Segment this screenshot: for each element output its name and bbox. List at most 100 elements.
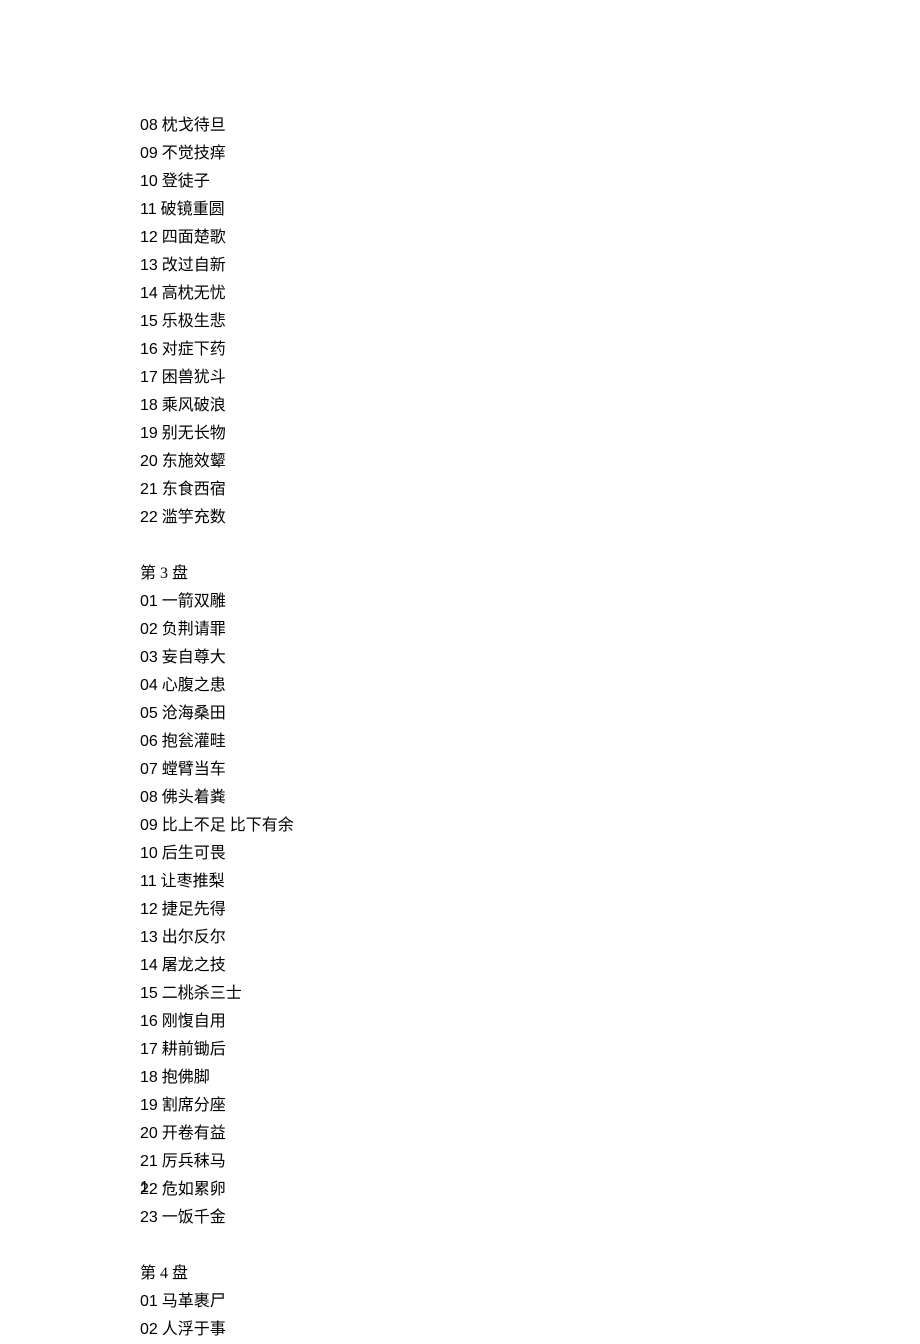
- list-item: 15 二桃杀三士: [140, 980, 780, 1008]
- item-number: 12: [140, 901, 158, 918]
- list-item: 04 心腹之患: [140, 672, 780, 700]
- item-number: 18: [140, 1069, 158, 1086]
- item-number: 02: [140, 1321, 158, 1338]
- list-item: 19 割席分座: [140, 1092, 780, 1120]
- item-text: 出尔反尔: [158, 929, 226, 946]
- item-text: 佛头着粪: [158, 789, 226, 806]
- item-number: 03: [140, 649, 158, 666]
- item-number: 07: [140, 761, 158, 778]
- item-text: 耕前锄后: [158, 1041, 226, 1058]
- list-item: 20 东施效颦: [140, 448, 780, 476]
- item-text: 二桃杀三士: [158, 985, 242, 1002]
- item-number: 16: [140, 1013, 158, 1030]
- list-item: 21 厉兵秣马: [140, 1148, 780, 1176]
- item-number: 21: [140, 1153, 158, 1170]
- item-text: 滥竽充数: [158, 509, 226, 526]
- item-text: 割席分座: [158, 1097, 226, 1114]
- list-item: 11 破镜重圆: [140, 196, 780, 224]
- list-item: 03 妄自尊大: [140, 644, 780, 672]
- list-item: 19 别无长物: [140, 420, 780, 448]
- list-item: 18 乘风破浪: [140, 392, 780, 420]
- item-text: 捷足先得: [158, 901, 226, 918]
- list-item: 14 屠龙之技: [140, 952, 780, 980]
- item-text: 一箭双雕: [158, 593, 226, 610]
- item-number: 17: [140, 369, 158, 386]
- list-item: 07 螳臂当车: [140, 756, 780, 784]
- list-item: 23 一饭千金: [140, 1204, 780, 1232]
- item-text: 东施效颦: [158, 453, 226, 470]
- list-item: 18 抱佛脚: [140, 1064, 780, 1092]
- item-text: 困兽犹斗: [158, 369, 226, 386]
- item-text: 厉兵秣马: [158, 1153, 226, 1170]
- disc-4-header: 第 4 盘: [140, 1260, 780, 1288]
- list-item: 09 比上不足 比下有余: [140, 812, 780, 840]
- item-number: 05: [140, 705, 158, 722]
- item-number: 09: [140, 817, 158, 834]
- item-text: 屠龙之技: [158, 957, 226, 974]
- item-text: 刚愎自用: [158, 1013, 226, 1030]
- disc-4-header-text: 第 4 盘: [140, 1265, 188, 1282]
- list-item: 05 沧海桑田: [140, 700, 780, 728]
- list-item: 21 东食西宿: [140, 476, 780, 504]
- item-number: 23: [140, 1209, 158, 1226]
- item-number: 14: [140, 285, 158, 302]
- item-text: 东食西宿: [158, 481, 226, 498]
- item-number: 19: [140, 1097, 158, 1114]
- item-number: 15: [140, 985, 158, 1002]
- item-text: 高枕无忧: [158, 285, 226, 302]
- list-item: 20 开卷有益: [140, 1120, 780, 1148]
- list-item: 22 滥竽充数: [140, 504, 780, 532]
- item-text: 乐极生悲: [158, 313, 226, 330]
- list-item: 10 后生可畏: [140, 840, 780, 868]
- item-text: 沧海桑田: [158, 705, 226, 722]
- page-content: 08 枕戈待旦09 不觉技痒10 登徒子11 破镜重圆12 四面楚歌13 改过自…: [0, 0, 780, 1344]
- item-text: 比上不足 比下有余: [158, 817, 294, 834]
- item-number: 01: [140, 593, 158, 610]
- item-number: 12: [140, 229, 158, 246]
- item-text: 人浮于事: [158, 1321, 226, 1338]
- item-text: 危如累卵: [158, 1181, 226, 1198]
- list-item: 15 乐极生悲: [140, 308, 780, 336]
- item-text: 对症下药: [158, 341, 226, 358]
- item-text: 让枣推梨: [157, 873, 225, 890]
- list-item: 17 困兽犹斗: [140, 364, 780, 392]
- item-text: 心腹之患: [158, 677, 226, 694]
- item-text: 螳臂当车: [158, 761, 226, 778]
- list-item: 14 高枕无忧: [140, 280, 780, 308]
- disc-3-header-text: 第 3 盘: [140, 565, 188, 582]
- item-number: 14: [140, 957, 158, 974]
- item-number: 10: [140, 173, 158, 190]
- page-number: 1: [140, 1174, 149, 1202]
- item-number: 15: [140, 313, 158, 330]
- list-item: 01 一箭双雕: [140, 588, 780, 616]
- item-text: 别无长物: [158, 425, 226, 442]
- item-text: 破镜重圆: [157, 201, 225, 218]
- list-item: 09 不觉技痒: [140, 140, 780, 168]
- item-number: 09: [140, 145, 158, 162]
- item-number: 20: [140, 1125, 158, 1142]
- list-item: 08 佛头着粪: [140, 784, 780, 812]
- item-number: 18: [140, 397, 158, 414]
- list-item: 10 登徒子: [140, 168, 780, 196]
- item-number: 17: [140, 1041, 158, 1058]
- item-number: 13: [140, 257, 158, 274]
- item-number: 20: [140, 453, 158, 470]
- item-number: 11: [140, 873, 157, 890]
- item-number: 08: [140, 117, 158, 134]
- item-text: 后生可畏: [158, 845, 226, 862]
- item-number: 04: [140, 677, 158, 694]
- item-text: 枕戈待旦: [158, 117, 226, 134]
- item-number: 13: [140, 929, 158, 946]
- item-number: 11: [140, 201, 157, 218]
- disc-3-list: 01 一箭双雕02 负荆请罪03 妄自尊大04 心腹之患05 沧海桑田06 抱瓮…: [140, 588, 780, 1232]
- item-text: 四面楚歌: [158, 229, 226, 246]
- item-text: 一饭千金: [158, 1209, 226, 1226]
- list-item: 11 让枣推梨: [140, 868, 780, 896]
- item-number: 02: [140, 621, 158, 638]
- section-gap: [140, 1232, 780, 1260]
- item-number: 22: [140, 509, 158, 526]
- list-item: 06 抱瓮灌畦: [140, 728, 780, 756]
- list-item: 16 刚愎自用: [140, 1008, 780, 1036]
- item-text: 妄自尊大: [158, 649, 226, 666]
- disc-4-head-list: 01 马革裹尸02 人浮于事: [140, 1288, 780, 1344]
